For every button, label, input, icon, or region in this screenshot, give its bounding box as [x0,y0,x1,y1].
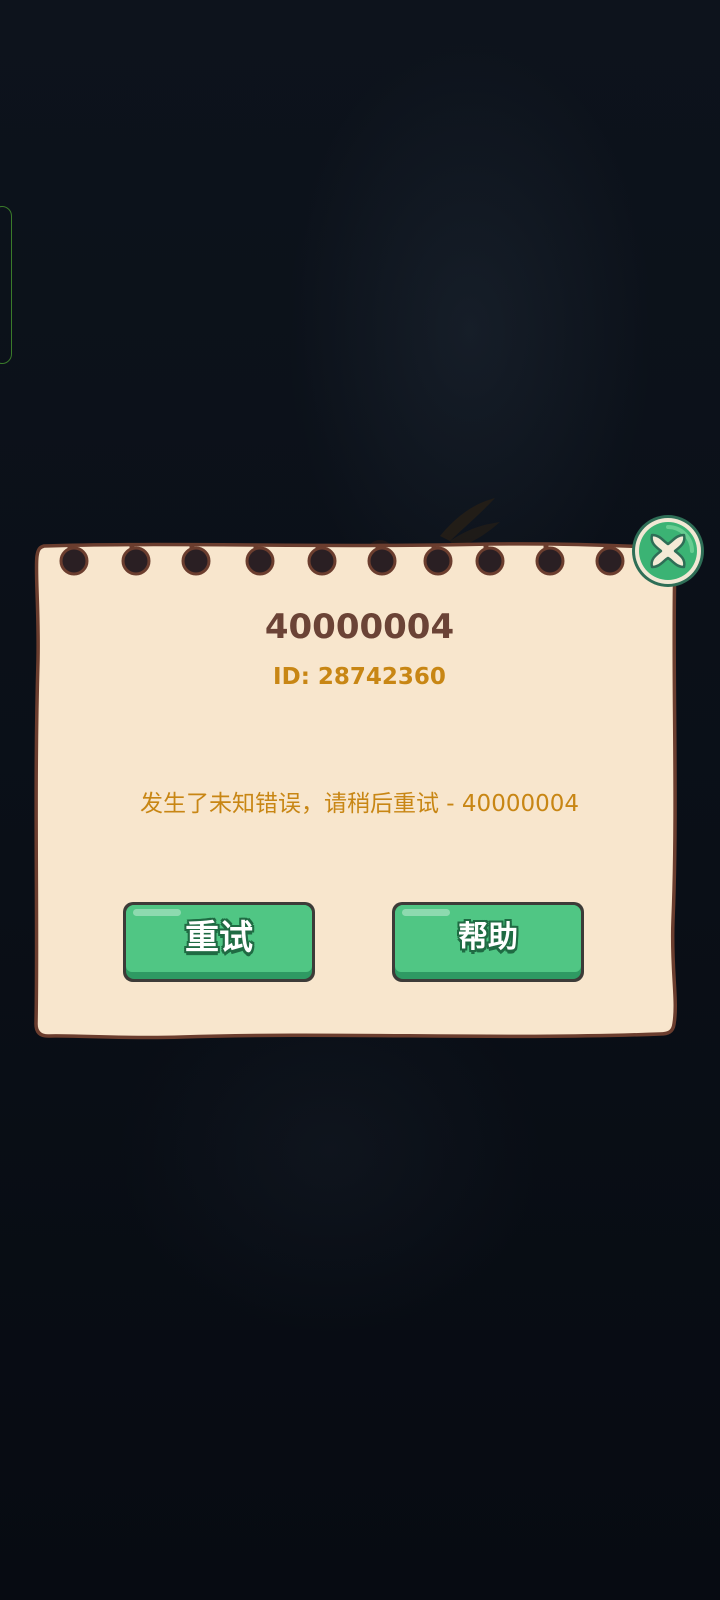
error-dialog: 40000004 ID: 28742360 发生了未知错误，请稍后重试 - 40… [32,540,687,1053]
retry-button-label: 重试 [185,918,253,958]
close-x-icon [632,515,704,587]
help-button-label: 帮助 [458,920,518,955]
retry-button[interactable]: 重试 [123,902,315,982]
error-message: 发生了未知错误，请稍后重试 - 40000004 [140,791,579,817]
close-button[interactable] [630,513,706,589]
help-button[interactable]: 帮助 [392,902,584,982]
error-code-title: 40000004 [264,607,455,647]
side-panel-tab[interactable] [0,206,12,364]
error-id-label: ID: 28742360 [273,664,446,690]
